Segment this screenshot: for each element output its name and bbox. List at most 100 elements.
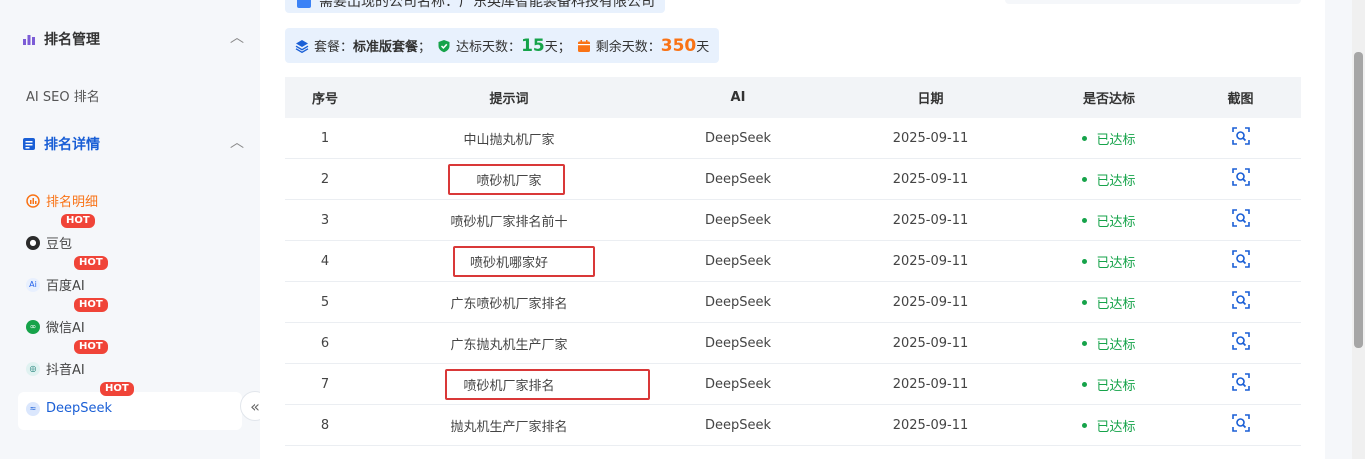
double-chevron-left-icon: « xyxy=(250,396,260,416)
row-number: 8 xyxy=(320,417,330,433)
company-notice: 需要出现的公司名称：广东英库智能装备科技有限公司 xyxy=(285,0,665,13)
status-dot xyxy=(1082,258,1088,264)
sidebar-item-label: 微信AI xyxy=(46,321,85,336)
screenshot-zoom-icon[interactable] xyxy=(1231,209,1250,227)
keyword-highlight-box xyxy=(445,369,650,400)
sidebar-item-deepseek[interactable]: ≈ DeepSeek xyxy=(26,401,112,416)
status-text: 已达标 xyxy=(1096,173,1136,189)
table-header: 序号 提示词 AI 日期 是否达标 截图 xyxy=(285,77,1301,118)
chart-circle-icon xyxy=(26,193,40,208)
status-text: 已达标 xyxy=(1096,255,1136,271)
column-header-no: 序号 xyxy=(311,92,338,107)
hot-badge: HOT xyxy=(100,382,134,396)
row-keyword: 抛丸机生产厂家排名 xyxy=(450,419,568,435)
menu-section-label: 排名详情 xyxy=(44,137,100,153)
status-badge: 已达标 xyxy=(1082,375,1136,394)
table-row: 7 喷砂机厂家排名 DeepSeek 2025-09-11 已达标 xyxy=(285,364,1301,405)
row-ai: DeepSeek xyxy=(704,335,772,351)
screenshot-zoom-icon[interactable] xyxy=(1231,414,1250,432)
sidebar-item-douyin-ai[interactable]: ◎ 抖音AI xyxy=(26,359,85,378)
calendar-icon xyxy=(577,39,590,52)
table-row: 5 广东喷砂机厂家排名 DeepSeek 2025-09-11 已达标 xyxy=(285,282,1301,323)
shield-check-icon xyxy=(438,39,450,52)
table-row: 2 喷砂机厂家 DeepSeek 2025-09-11 已达标 xyxy=(285,159,1301,200)
hot-badge: HOT xyxy=(61,214,95,228)
row-keyword: 广东抛丸机生产厂家 xyxy=(450,337,568,353)
status-badge: 已达标 xyxy=(1082,416,1136,435)
row-date: 2025-09-11 xyxy=(892,417,969,433)
row-keyword: 喷砂机厂家排名前十 xyxy=(450,214,568,230)
baidu-ai-icon: Ai xyxy=(26,277,40,292)
screenshot-zoom-icon[interactable] xyxy=(1231,250,1250,268)
row-keyword: 广东喷砂机厂家排名 xyxy=(450,296,568,312)
row-date: 2025-09-11 xyxy=(892,294,969,310)
status-dot xyxy=(1082,135,1088,141)
menu-section-ranking-detail[interactable]: 排名详情 ︿ xyxy=(22,134,244,154)
status-badge: 已达标 xyxy=(1082,293,1136,312)
status-badge: 已达标 xyxy=(1082,334,1136,353)
chevron-up-icon[interactable]: ︿ xyxy=(230,132,244,152)
status-text: 已达标 xyxy=(1096,214,1136,230)
row-number: 3 xyxy=(320,212,330,228)
status-text: 已达标 xyxy=(1096,296,1136,312)
status-dot xyxy=(1082,176,1088,182)
douyin-ai-icon: ◎ xyxy=(26,361,40,376)
keyword-highlight-box xyxy=(448,164,565,195)
sidebar-item-wechat-ai[interactable]: ∞ 微信AI xyxy=(26,317,85,336)
column-header-status: 是否达标 xyxy=(1082,92,1135,107)
column-header-keyword: 提示词 xyxy=(489,92,529,107)
column-header-screenshot: 截图 xyxy=(1227,92,1254,107)
screenshot-zoom-icon[interactable] xyxy=(1231,127,1250,145)
row-number: 6 xyxy=(320,335,330,351)
status-dot xyxy=(1082,217,1088,223)
reach-days-value: 15 xyxy=(521,35,545,56)
screenshot-zoom-icon[interactable] xyxy=(1231,373,1250,391)
row-date: 2025-09-11 xyxy=(892,253,969,269)
bar-chart-icon xyxy=(23,35,35,45)
remain-days-value: 350 xyxy=(660,35,697,56)
sidebar-item-ranking-detail[interactable]: 排名明细 xyxy=(26,191,98,210)
search-box-partial[interactable] xyxy=(1005,0,1301,4)
reach-days-label: 达标天数： xyxy=(456,40,522,55)
row-number: 5 xyxy=(320,294,330,310)
remain-days-label: 剩余天数： xyxy=(595,40,661,55)
screenshot-zoom-icon[interactable] xyxy=(1231,291,1250,309)
sidebar-item-doubao[interactable]: ● 豆包 xyxy=(26,233,72,252)
status-badge: 已达标 xyxy=(1082,211,1136,230)
screenshot-zoom-icon[interactable] xyxy=(1231,168,1250,186)
menu-section-label: 排名管理 xyxy=(44,32,100,48)
row-date: 2025-09-11 xyxy=(892,212,969,228)
list-icon xyxy=(23,138,35,150)
layers-icon xyxy=(295,39,309,53)
hot-badge: HOT xyxy=(74,340,108,354)
hot-badge: HOT xyxy=(74,298,108,312)
status-dot xyxy=(1082,422,1088,428)
sidebar-item-label: 豆包 xyxy=(46,237,73,252)
wechat-ai-icon: ∞ xyxy=(26,319,40,334)
table-row: 4 喷砂机哪家好 DeepSeek 2025-09-11 已达标 xyxy=(285,241,1301,282)
row-ai: DeepSeek xyxy=(704,417,772,433)
status-badge: 已达标 xyxy=(1082,252,1136,271)
sidebar-item-baidu-ai[interactable]: Ai 百度AI xyxy=(26,275,85,294)
row-date: 2025-09-11 xyxy=(892,130,969,146)
plan-summary: 套餐： 标准版套餐 ； 达标天数： 15 天； 剩余天数： 350 天 xyxy=(285,28,720,63)
screenshot-zoom-icon[interactable] xyxy=(1231,332,1250,350)
row-date: 2025-09-11 xyxy=(892,376,969,392)
scrollbar-thumb[interactable] xyxy=(1354,52,1363,348)
sidebar-item-ai-seo-ranking[interactable]: AI SEO 排名 xyxy=(26,86,100,105)
status-text: 已达标 xyxy=(1096,337,1136,353)
plan-value: 标准版套餐 xyxy=(353,40,419,55)
sidebar-item-label: 排名明细 xyxy=(46,195,99,210)
main-content: 需要出现的公司名称：广东英库智能装备科技有限公司 套餐： 标准版套餐 ； 达标天… xyxy=(260,0,1325,459)
row-date: 2025-09-11 xyxy=(892,335,969,351)
chevron-up-icon[interactable]: ︿ xyxy=(230,27,244,47)
status-text: 已达标 xyxy=(1096,132,1136,148)
reach-days-unit: 天； xyxy=(544,40,571,55)
doubao-icon: ● xyxy=(26,235,40,250)
status-dot xyxy=(1082,299,1088,305)
row-ai: DeepSeek xyxy=(704,376,772,392)
menu-section-ranking-management[interactable]: 排名管理 ︿ xyxy=(22,29,244,49)
table-row: 8 抛丸机生产厂家排名 DeepSeek 2025-09-11 已达标 xyxy=(285,405,1301,446)
row-keyword: 中山抛丸机厂家 xyxy=(463,132,555,148)
row-number: 7 xyxy=(320,376,330,392)
